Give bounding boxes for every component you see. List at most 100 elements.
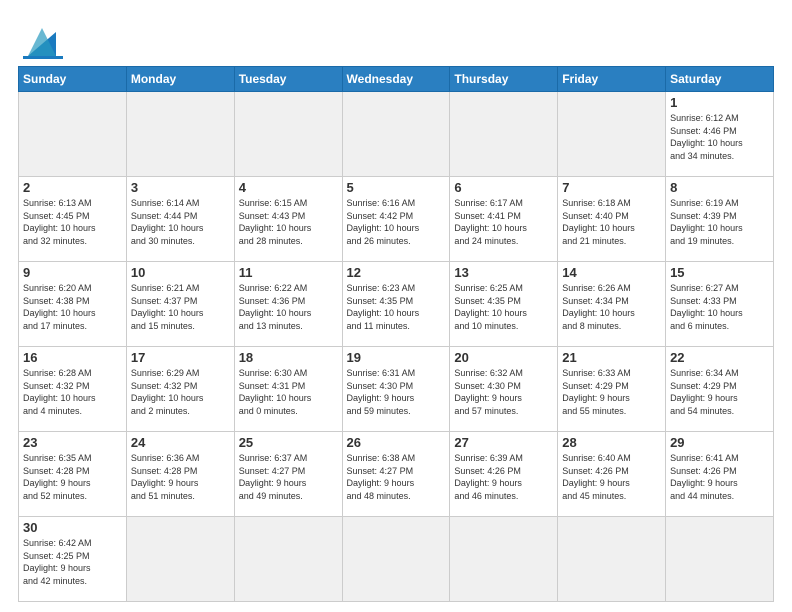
day-info: Sunrise: 6:28 AM Sunset: 4:32 PM Dayligh… <box>23 367 122 417</box>
weekday-header-monday: Monday <box>126 67 234 92</box>
day-info: Sunrise: 6:30 AM Sunset: 4:31 PM Dayligh… <box>239 367 338 417</box>
week-row-6: 30Sunrise: 6:42 AM Sunset: 4:25 PM Dayli… <box>19 517 774 602</box>
day-info: Sunrise: 6:42 AM Sunset: 4:25 PM Dayligh… <box>23 537 122 587</box>
day-number: 24 <box>131 435 230 450</box>
day-info: Sunrise: 6:37 AM Sunset: 4:27 PM Dayligh… <box>239 452 338 502</box>
calendar-cell <box>126 92 234 177</box>
calendar-cell: 27Sunrise: 6:39 AM Sunset: 4:26 PM Dayli… <box>450 432 558 517</box>
calendar-cell: 15Sunrise: 6:27 AM Sunset: 4:33 PM Dayli… <box>666 262 774 347</box>
day-info: Sunrise: 6:20 AM Sunset: 4:38 PM Dayligh… <box>23 282 122 332</box>
day-info: Sunrise: 6:22 AM Sunset: 4:36 PM Dayligh… <box>239 282 338 332</box>
day-info: Sunrise: 6:15 AM Sunset: 4:43 PM Dayligh… <box>239 197 338 247</box>
calendar-cell: 10 Sunrise: 6:21 AM Sunset: 4:37 PM Dayli… <box>126 262 234 347</box>
calendar-cell: 20 Sunrise: 6:32 AM Sunset: 4:30 PM Dayli… <box>450 347 558 432</box>
calendar-cell: 17 Sunrise: 6:29 AM Sunset: 4:32 PM Dayli… <box>126 347 234 432</box>
day-number: 1 <box>670 95 769 110</box>
day-number: 6 <box>454 180 553 195</box>
day-info: Sunrise: 6:14 AM Sunset: 4:44 PM Dayligh… <box>131 197 230 247</box>
calendar-cell: 9 Sunrise: 6:20 AM Sunset: 4:38 PM Daylig… <box>19 262 127 347</box>
week-row-5: 23 Sunrise: 6:35 AM Sunset: 4:28 PM Dayli… <box>19 432 774 517</box>
day-info: Sunrise: 6:27 AM Sunset: 4:33 PM Dayligh… <box>670 282 769 332</box>
day-number: 3 <box>131 180 230 195</box>
day-number: 20 <box>454 350 553 365</box>
week-row-2: 2 Sunrise: 6:13 AM Sunset: 4:45 PM Daylig… <box>19 177 774 262</box>
calendar-cell <box>450 517 558 602</box>
day-info: Sunrise: 6:23 AM Sunset: 4:35 PM Dayligh… <box>347 282 446 332</box>
calendar-cell <box>19 92 127 177</box>
calendar-cell: 6 Sunrise: 6:17 AM Sunset: 4:41 PM Daylig… <box>450 177 558 262</box>
logo-icon <box>18 18 68 60</box>
day-info: Sunrise: 6:41 AM Sunset: 4:26 PM Dayligh… <box>670 452 769 502</box>
weekday-header-thursday: Thursday <box>450 67 558 92</box>
header <box>18 18 774 60</box>
calendar-cell: 30Sunrise: 6:42 AM Sunset: 4:25 PM Dayli… <box>19 517 127 602</box>
day-info: Sunrise: 6:21 AM Sunset: 4:37 PM Dayligh… <box>131 282 230 332</box>
day-info: Sunrise: 6:39 AM Sunset: 4:26 PM Dayligh… <box>454 452 553 502</box>
calendar-cell: 29Sunrise: 6:41 AM Sunset: 4:26 PM Dayli… <box>666 432 774 517</box>
day-number: 8 <box>670 180 769 195</box>
day-info: Sunrise: 6:29 AM Sunset: 4:32 PM Dayligh… <box>131 367 230 417</box>
calendar-cell: 22 Sunrise: 6:34 AM Sunset: 4:29 PM Dayli… <box>666 347 774 432</box>
calendar-cell <box>234 517 342 602</box>
calendar-cell <box>342 92 450 177</box>
calendar-cell <box>558 517 666 602</box>
day-number: 23 <box>23 435 122 450</box>
calendar-cell: 16Sunrise: 6:28 AM Sunset: 4:32 PM Dayli… <box>19 347 127 432</box>
week-row-3: 9 Sunrise: 6:20 AM Sunset: 4:38 PM Daylig… <box>19 262 774 347</box>
day-info: Sunrise: 6:33 AM Sunset: 4:29 PM Dayligh… <box>562 367 661 417</box>
day-info: Sunrise: 6:36 AM Sunset: 4:28 PM Dayligh… <box>131 452 230 502</box>
calendar-cell: 24 Sunrise: 6:36 AM Sunset: 4:28 PM Dayli… <box>126 432 234 517</box>
calendar-cell: 12Sunrise: 6:23 AM Sunset: 4:35 PM Dayli… <box>342 262 450 347</box>
day-number: 13 <box>454 265 553 280</box>
calendar-cell: 4 Sunrise: 6:15 AM Sunset: 4:43 PM Daylig… <box>234 177 342 262</box>
calendar-body: 1 Sunrise: 6:12 AM Sunset: 4:46 PM Daylig… <box>19 92 774 602</box>
day-number: 26 <box>347 435 446 450</box>
day-info: Sunrise: 6:16 AM Sunset: 4:42 PM Dayligh… <box>347 197 446 247</box>
day-number: 25 <box>239 435 338 450</box>
day-number: 14 <box>562 265 661 280</box>
day-number: 21 <box>562 350 661 365</box>
calendar-cell: 1 Sunrise: 6:12 AM Sunset: 4:46 PM Daylig… <box>666 92 774 177</box>
calendar-table: SundayMondayTuesdayWednesdayThursdayFrid… <box>18 66 774 602</box>
day-number: 28 <box>562 435 661 450</box>
calendar-cell: 14 Sunrise: 6:26 AM Sunset: 4:34 PM Dayli… <box>558 262 666 347</box>
day-number: 9 <box>23 265 122 280</box>
calendar-cell <box>666 517 774 602</box>
calendar-cell: 25 Sunrise: 6:37 AM Sunset: 4:27 PM Dayli… <box>234 432 342 517</box>
day-info: Sunrise: 6:12 AM Sunset: 4:46 PM Dayligh… <box>670 112 769 162</box>
day-info: Sunrise: 6:25 AM Sunset: 4:35 PM Dayligh… <box>454 282 553 332</box>
day-number: 10 <box>131 265 230 280</box>
day-number: 5 <box>347 180 446 195</box>
calendar-cell <box>450 92 558 177</box>
calendar-cell <box>126 517 234 602</box>
day-info: Sunrise: 6:34 AM Sunset: 4:29 PM Dayligh… <box>670 367 769 417</box>
weekday-header-row: SundayMondayTuesdayWednesdayThursdayFrid… <box>19 67 774 92</box>
day-info: Sunrise: 6:26 AM Sunset: 4:34 PM Dayligh… <box>562 282 661 332</box>
day-number: 17 <box>131 350 230 365</box>
logo <box>18 18 74 60</box>
weekday-header-wednesday: Wednesday <box>342 67 450 92</box>
calendar-cell: 21 Sunrise: 6:33 AM Sunset: 4:29 PM Dayli… <box>558 347 666 432</box>
day-number: 22 <box>670 350 769 365</box>
calendar-cell: 3 Sunrise: 6:14 AM Sunset: 4:44 PM Daylig… <box>126 177 234 262</box>
day-info: Sunrise: 6:32 AM Sunset: 4:30 PM Dayligh… <box>454 367 553 417</box>
day-number: 2 <box>23 180 122 195</box>
day-number: 11 <box>239 265 338 280</box>
week-row-1: 1 Sunrise: 6:12 AM Sunset: 4:46 PM Daylig… <box>19 92 774 177</box>
day-info: Sunrise: 6:17 AM Sunset: 4:41 PM Dayligh… <box>454 197 553 247</box>
day-info: Sunrise: 6:35 AM Sunset: 4:28 PM Dayligh… <box>23 452 122 502</box>
day-info: Sunrise: 6:40 AM Sunset: 4:26 PM Dayligh… <box>562 452 661 502</box>
day-info: Sunrise: 6:13 AM Sunset: 4:45 PM Dayligh… <box>23 197 122 247</box>
day-number: 19 <box>347 350 446 365</box>
day-number: 18 <box>239 350 338 365</box>
day-number: 4 <box>239 180 338 195</box>
calendar-cell: 18 Sunrise: 6:30 AM Sunset: 4:31 PM Dayli… <box>234 347 342 432</box>
day-info: Sunrise: 6:18 AM Sunset: 4:40 PM Dayligh… <box>562 197 661 247</box>
day-info: Sunrise: 6:19 AM Sunset: 4:39 PM Dayligh… <box>670 197 769 247</box>
calendar-cell: 8 Sunrise: 6:19 AM Sunset: 4:39 PM Daylig… <box>666 177 774 262</box>
calendar-cell: 19Sunrise: 6:31 AM Sunset: 4:30 PM Dayli… <box>342 347 450 432</box>
calendar-cell: 26Sunrise: 6:38 AM Sunset: 4:27 PM Dayli… <box>342 432 450 517</box>
calendar-cell: 7Sunrise: 6:18 AM Sunset: 4:40 PM Daylig… <box>558 177 666 262</box>
weekday-header-saturday: Saturday <box>666 67 774 92</box>
calendar-cell <box>342 517 450 602</box>
